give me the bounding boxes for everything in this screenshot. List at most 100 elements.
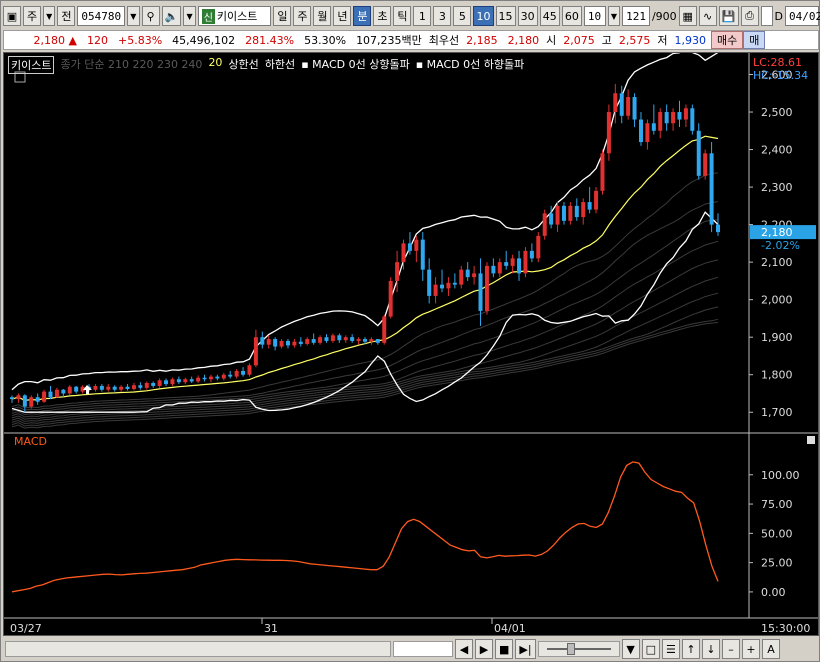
chevron-down-icon[interactable]: ▼ [127,6,140,26]
candle-body [446,282,451,289]
minute-45-button[interactable]: 45 [539,6,560,26]
stop-icon[interactable]: ■ [495,639,514,659]
minute-5-button[interactable]: 5 [453,6,472,26]
type-select[interactable]: 주 [23,6,41,26]
ma-fan-line [11,306,719,425]
more-button[interactable]: 매 [743,31,766,49]
candle-body [517,258,522,274]
play-forward-icon[interactable]: ▶ [475,639,493,659]
period-week-button[interactable]: 주 [293,6,312,26]
period-month-button[interactable]: 월 [313,6,332,26]
candle-body [536,235,541,259]
candle-body [202,377,207,380]
open-label: 시 [546,34,557,47]
play-back-icon[interactable]: ◀ [455,639,473,659]
best-ask: 2,185 [466,33,498,47]
plus-icon[interactable]: + [741,639,760,659]
search-icon[interactable]: ⚲ [141,6,160,26]
candle-body [382,316,387,343]
trade-amount: 107,235백만 [356,34,422,47]
chart-canvas[interactable]: 2,6002,5002,4002,3002,2002,1002,0001,900… [4,53,818,635]
candle-body [74,386,79,392]
candle-body [48,391,53,398]
candle-body [433,284,438,296]
arrow-up-icon[interactable]: ↑ [681,639,700,659]
zoom-slider[interactable] [537,641,620,657]
chevron-down-icon[interactable]: ▼ [183,6,196,26]
macd-tick-label: 50.00 [761,527,793,540]
period-minute-button[interactable]: 분 [353,6,372,26]
all-toggle-button[interactable]: 전 [57,6,76,26]
chart-area[interactable]: 2,600 2,500 2,400 2,300 2,200 2,100 2,000 1,900… [3,52,819,636]
minute-1-button[interactable]: 1 [413,6,432,26]
chart-settings-icon[interactable]: ▣ [3,6,21,26]
candle-body [279,340,284,347]
volume: 45,496,102 [172,33,236,47]
date-input[interactable]: 04/02 [784,6,820,26]
date-label: D [774,9,783,23]
scroll-thumb[interactable] [393,641,453,657]
candle-body [144,382,149,388]
chevron-down-icon[interactable]: ▼ [43,6,56,26]
candle-body [311,339,316,343]
candle-body [176,379,181,383]
candle-body [574,205,579,218]
candle-body [703,153,708,176]
candle-body [363,339,367,342]
period-tick-button[interactable]: 틱 [393,6,412,26]
step-icon[interactable]: ▶| [515,639,536,659]
count-input[interactable]: 121 [622,6,650,26]
minute-30-button[interactable]: 30 [517,6,538,26]
period-second-button[interactable]: 초 [373,6,392,26]
font-size-icon[interactable]: A [761,639,780,659]
save-icon[interactable]: 💾 [718,6,739,26]
date-checkbox[interactable] [760,6,773,26]
candle-body [407,243,412,251]
candle-body [677,112,682,120]
minute-60-button[interactable]: 60 [561,6,582,26]
chevron-down-icon[interactable]: ▼ [621,639,640,659]
scroll-track-left[interactable] [5,641,391,657]
chart-legend: 키이스트 종가 단순 210 220 230 240 20 상한선 하한선 ▪ … [8,56,524,74]
candle-body [683,108,688,120]
candle-body [298,341,303,344]
period-day-button[interactable]: 일 [273,6,292,26]
candle-body [196,377,201,382]
legend-lower-band: 하한선 [264,58,296,71]
minute-10-button[interactable]: 10 [473,6,494,26]
price-tick-label: 2,500 [761,106,793,119]
candle-body [587,202,592,210]
candle-body [324,337,329,341]
minus-icon[interactable]: – [721,639,740,659]
current-pct-label: -2.02% [761,239,800,252]
grid-icon[interactable]: ▦ [678,6,697,26]
candle-body [151,382,156,386]
candle-body [523,250,528,274]
speaker-icon[interactable]: 🔈 [161,6,182,26]
legend-ma: 종가 단순 210 220 230 240 [60,58,203,71]
buy-button[interactable]: 매수 [711,31,744,49]
print-icon[interactable]: ⎙ [740,6,759,26]
stock-code-input[interactable]: 054780 [77,6,126,26]
list-icon[interactable]: ☰ [661,639,680,659]
macd-tick-label: 100.00 [761,469,800,482]
candle-body [401,243,406,263]
chevron-down-icon[interactable]: ▼ [607,6,621,26]
current-price-tag-label: 2,180 [761,226,793,239]
candle-body [29,397,34,407]
stock-name-box[interactable]: 신 키이스트 [197,6,272,26]
candle-body [350,337,355,341]
minute-15-button[interactable]: 15 [495,6,516,26]
candle-body [606,112,611,154]
price-change: 120 [87,33,108,47]
candle-body [600,153,605,191]
arrow-down-icon[interactable]: ↓ [701,639,720,659]
minute-3-button[interactable]: 3 [433,6,452,26]
candle-body [658,112,663,131]
candle-body [93,385,98,390]
candle-body [343,337,348,341]
period-year-button[interactable]: 년 [333,6,352,26]
window-icon[interactable]: □ [641,639,660,659]
interval-input[interactable]: 10 [583,6,606,26]
zigzag-icon[interactable]: ∿ [698,6,717,26]
